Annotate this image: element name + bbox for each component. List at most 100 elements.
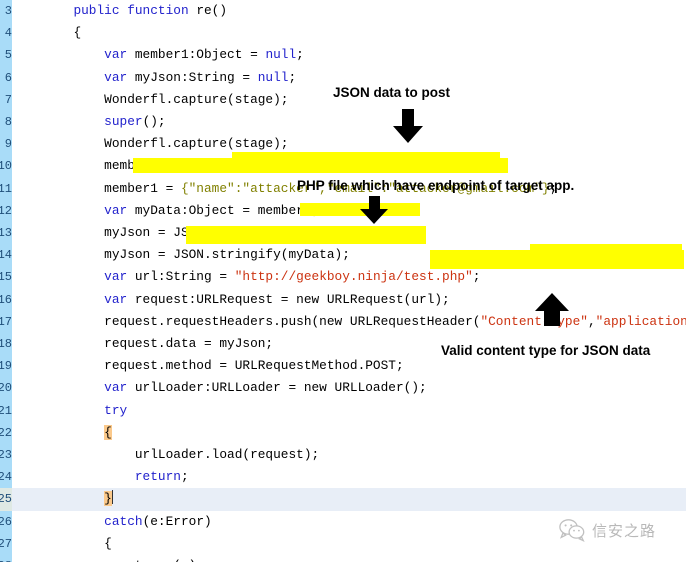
code-token: public bbox=[73, 3, 128, 18]
annotation-valid-content-type: Valid content type for JSON data bbox=[441, 343, 651, 358]
code-token: Wonderfl.capture(stage); bbox=[104, 91, 289, 107]
code-token: var bbox=[104, 202, 135, 218]
marker-stroke-json-line-tail bbox=[232, 152, 500, 160]
code-token: ; bbox=[296, 47, 304, 63]
code-token: var bbox=[104, 69, 135, 85]
annotation-php-endpoint: PHP file which have endpoint of target a… bbox=[297, 178, 575, 193]
code-token: myData:Object = member1; bbox=[134, 202, 320, 218]
gutter-line-number: 4 bbox=[4, 26, 12, 41]
arrow-up-icon-content-type bbox=[535, 293, 569, 326]
code-token: ; bbox=[472, 269, 481, 285]
code-line[interactable]: var member1:Object = null; bbox=[12, 44, 686, 66]
gutter-line-number: 12 bbox=[0, 203, 12, 218]
gutter-line-number: 5 bbox=[4, 48, 12, 63]
marker-stroke-url-line bbox=[186, 226, 426, 244]
code-token: trace(e); bbox=[135, 558, 204, 562]
marker-stroke-json-line bbox=[133, 158, 508, 173]
code-line[interactable]: super(); bbox=[12, 111, 686, 133]
code-token: re() bbox=[196, 3, 228, 18]
gutter-line-number: 24 bbox=[0, 470, 12, 485]
watermark: 信安之路 bbox=[559, 519, 656, 542]
gutter-line-number: 28 bbox=[0, 555, 12, 562]
marker-stroke-content-type-line bbox=[430, 250, 684, 269]
code-line[interactable]: return; bbox=[12, 466, 686, 488]
gutter-line-number: 16 bbox=[0, 292, 12, 307]
code-token: request.requestHeaders.push(new URLReque… bbox=[104, 313, 481, 329]
code-token: url:String = bbox=[134, 269, 235, 285]
code-token: member1:Object = bbox=[134, 47, 266, 63]
code-token: var bbox=[104, 380, 135, 396]
code-token: return bbox=[134, 469, 181, 485]
code-token: "application/json" bbox=[595, 313, 686, 329]
gutter-line-number: 22 bbox=[0, 425, 12, 440]
code-token: function bbox=[127, 3, 197, 18]
code-token: (); bbox=[142, 114, 166, 129]
code-token: catch bbox=[104, 513, 143, 529]
gutter-line-number: 20 bbox=[0, 381, 12, 396]
code-token: urlLoader.load(request); bbox=[134, 447, 320, 462]
code-line[interactable]: } bbox=[12, 488, 686, 511]
gutter-line-number: 7 bbox=[4, 92, 12, 107]
code-line[interactable]: var request:URLRequest = new URLRequest(… bbox=[12, 289, 686, 311]
gutter-line-number: 17 bbox=[0, 314, 12, 329]
gutter-line-number: 8 bbox=[4, 115, 12, 129]
gutter-line-number: 14 bbox=[0, 248, 12, 263]
marker-stroke-content-type-line-tail bbox=[530, 244, 682, 252]
code-line[interactable]: { bbox=[12, 422, 686, 444]
code-token: try bbox=[104, 402, 128, 418]
arrow-down-icon-php-endpoint bbox=[360, 196, 388, 224]
gutter-line-number: 15 bbox=[0, 270, 12, 285]
code-line[interactable]: var urlLoader:URLLoader = new URLLoader(… bbox=[12, 377, 686, 399]
gutter-line-number: 6 bbox=[4, 70, 12, 85]
code-line[interactable]: { bbox=[12, 22, 686, 44]
code-token: "http://geekboy.ninja/test.php" bbox=[234, 269, 473, 285]
arrow-down-icon-json-data bbox=[393, 109, 423, 143]
code-token: { bbox=[104, 424, 112, 440]
wechat-logo-icon bbox=[559, 519, 585, 542]
annotation-json-data-to-post: JSON data to post bbox=[333, 85, 451, 100]
code-line[interactable]: try bbox=[12, 400, 686, 422]
code-token: null bbox=[257, 69, 289, 85]
watermark-text: 信安之路 bbox=[592, 522, 657, 540]
code-token: request:URLRequest = new URLRequest(url)… bbox=[134, 291, 450, 307]
code-line[interactable]: request.method = URLRequestMethod.POST; bbox=[12, 355, 686, 377]
gutter-line-number: 9 bbox=[4, 137, 12, 152]
gutter-line-number: 18 bbox=[0, 337, 12, 351]
code-line[interactable]: var url:String = "http://geekboy.ninja/t… bbox=[12, 266, 686, 288]
code-line[interactable]: trace(e); bbox=[12, 555, 686, 562]
code-line[interactable]: request.requestHeaders.push(new URLReque… bbox=[12, 311, 686, 333]
code-token: ; bbox=[288, 69, 297, 85]
code-token: (e:Error) bbox=[142, 513, 212, 529]
code-token: myJson = JSON.stringify(myData); bbox=[104, 247, 350, 263]
code-token: Wonderfl.capture(stage); bbox=[104, 136, 289, 152]
code-line[interactable]: urlLoader.load(request); bbox=[12, 444, 686, 466]
gutter-line-number: 11 bbox=[0, 181, 12, 196]
gutter-line-number: 10 bbox=[0, 159, 12, 174]
code-line[interactable]: public function re() bbox=[12, 0, 686, 22]
code-screenshot: 3 4 5 6 7 8 9 10 11 12 13 14 15 16 17 18 19 20 21 22 23 24 25 2… bbox=[0, 0, 686, 562]
code-token: var bbox=[104, 269, 135, 285]
code-token: myJson:String = bbox=[134, 69, 258, 85]
editor-gutter: 3 4 5 6 7 8 9 10 11 12 13 14 15 16 17 18 19 20 21 22 23 24 25 2… bbox=[0, 0, 12, 562]
text-caret bbox=[111, 490, 113, 505]
